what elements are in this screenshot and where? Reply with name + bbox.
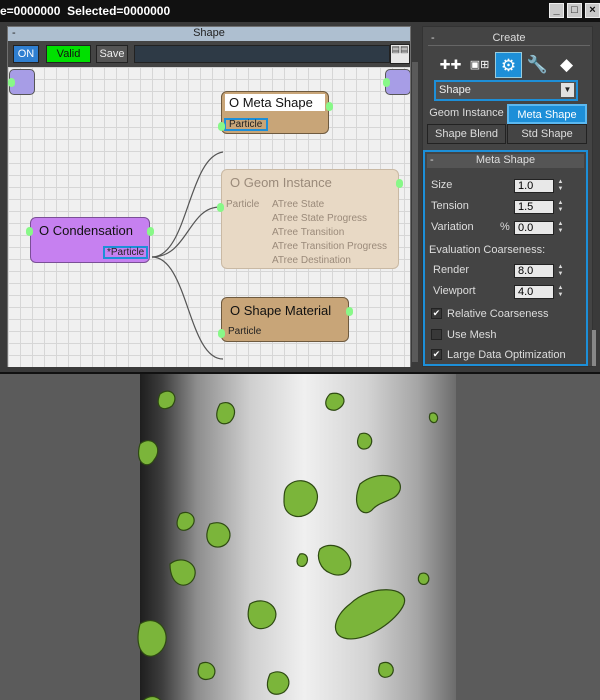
edge-in-pin[interactable] bbox=[8, 78, 15, 87]
shape-material-node[interactable]: O Shape Material Particle bbox=[221, 297, 349, 342]
type-geom-instance-button[interactable]: Geom Instance bbox=[427, 104, 506, 124]
render-spinner-arrows[interactable]: ▲ ▼ bbox=[556, 264, 565, 278]
shape-material-particle-port[interactable]: Particle bbox=[228, 326, 261, 337]
meta-shape-particle-port[interactable]: Particle bbox=[224, 118, 268, 131]
create-geometry-icon[interactable]: ✚✚ bbox=[437, 52, 464, 78]
tension-label: Tension bbox=[431, 200, 469, 212]
size-label: Size bbox=[431, 179, 453, 191]
editor-toolbar: ON Valid Save ▤▤ bbox=[8, 41, 410, 67]
geom-instance-title: O Geom Instance bbox=[230, 175, 332, 190]
coarseness-label: Evaluation Coarseness: bbox=[429, 244, 546, 256]
condensation-particle-port[interactable]: *Particle bbox=[103, 246, 148, 259]
meta-shape-title: O Meta Shape bbox=[225, 94, 325, 111]
meta-shape-node[interactable]: O Meta Shape Particle bbox=[221, 91, 329, 134]
editor-title: Shape bbox=[193, 27, 225, 39]
condensation-in-pin[interactable] bbox=[26, 227, 33, 236]
meta-shape-out-pin[interactable] bbox=[326, 102, 333, 111]
expression-field[interactable] bbox=[134, 45, 390, 63]
layout-icon[interactable]: ▤▤ bbox=[390, 44, 410, 64]
condensation-out-pin[interactable] bbox=[147, 227, 154, 236]
on-toggle[interactable]: ON bbox=[13, 45, 39, 63]
valid-indicator[interactable]: Valid bbox=[46, 45, 91, 63]
shape-material-in-pin[interactable] bbox=[218, 329, 225, 338]
meta-shape-rollout-title: Meta Shape bbox=[475, 154, 536, 166]
condensation-node[interactable]: O Condensation *Particle bbox=[30, 217, 150, 263]
geom-instance-out-pin[interactable] bbox=[396, 179, 403, 188]
minimize-button[interactable]: _ bbox=[549, 3, 564, 18]
geom-instance-particle-port[interactable]: Particle bbox=[226, 199, 259, 210]
output-atree-state-progress[interactable]: ATree State Progress bbox=[272, 213, 367, 224]
meta-shape-rollout-header[interactable]: - Meta Shape bbox=[427, 154, 584, 168]
cube-icon[interactable]: ◆ bbox=[553, 52, 580, 78]
status-title: e=0000000 Selected=0000000 bbox=[0, 4, 171, 18]
geom-instance-in-pin[interactable] bbox=[217, 203, 224, 212]
type-std-shape-button[interactable]: Std Shape bbox=[507, 124, 587, 144]
shape-material-out-pin[interactable] bbox=[346, 307, 353, 316]
title-bar: e=0000000 Selected=0000000 _ □ × bbox=[0, 0, 600, 22]
create-rollout-title: Create bbox=[492, 32, 526, 44]
category-dropdown[interactable]: Shape ▼ bbox=[434, 80, 578, 101]
variation-spinner-arrows[interactable]: ▲ ▼ bbox=[556, 221, 565, 235]
relative-coarseness-checkbox[interactable]: ✔ bbox=[431, 308, 442, 319]
panel-scrollbar[interactable] bbox=[592, 330, 596, 366]
render-spinner[interactable]: 8.0 bbox=[514, 264, 554, 278]
gear-icon[interactable]: ⚙ bbox=[495, 52, 522, 78]
variation-spinner[interactable]: 0.0 bbox=[514, 221, 554, 235]
output-atree-transition-progress[interactable]: ATree Transition Progress bbox=[272, 241, 387, 252]
output-atree-destination[interactable]: ATree Destination bbox=[272, 255, 351, 266]
meta-shape-in-pin[interactable] bbox=[218, 122, 225, 131]
viewport-label: Viewport bbox=[433, 285, 476, 297]
edge-out-pin[interactable] bbox=[383, 78, 390, 87]
use-mesh-checkbox[interactable] bbox=[431, 329, 442, 340]
particle-flow-editor: - Shape ON Valid Save ▤▤ O Meta Shape Pa… bbox=[7, 26, 411, 367]
save-button[interactable]: Save bbox=[96, 45, 128, 63]
meta-shape-rollout: - Meta Shape Size 1.0 ▲ ▼ Tension 1.5 ▲ ▼ … bbox=[423, 150, 588, 366]
category-value: Shape bbox=[439, 84, 471, 96]
chevron-down-icon[interactable]: ▼ bbox=[561, 83, 574, 97]
shape-material-title: O Shape Material bbox=[230, 303, 332, 318]
editor-scrollbar[interactable] bbox=[412, 62, 418, 362]
render-label: Render bbox=[433, 264, 470, 276]
type-meta-shape-button[interactable]: Meta Shape bbox=[507, 104, 587, 124]
create-shapes-icon[interactable]: ▣⊞ bbox=[466, 52, 493, 78]
large-data-label[interactable]: Large Data Optimization bbox=[447, 349, 566, 361]
condensation-title: O Condensation bbox=[39, 223, 133, 238]
output-atree-transition[interactable]: ATree Transition bbox=[272, 227, 344, 238]
relative-coarseness-label[interactable]: Relative Coarseness bbox=[447, 308, 549, 320]
geom-instance-node[interactable]: O Geom Instance Particle ATree State ATr… bbox=[221, 169, 399, 269]
size-spinner[interactable]: 1.0 bbox=[514, 179, 554, 193]
editor-title-bar[interactable]: - Shape bbox=[8, 27, 410, 41]
metaball-blobs bbox=[137, 390, 439, 700]
variation-label: Variation bbox=[431, 221, 474, 233]
tension-spinner-arrows[interactable]: ▲ ▼ bbox=[556, 200, 565, 214]
create-rollout-header[interactable]: - Create bbox=[428, 32, 590, 46]
output-atree-state[interactable]: ATree State bbox=[272, 199, 324, 210]
viewport-spinner-arrows[interactable]: ▲ ▼ bbox=[556, 285, 565, 299]
restore-button[interactable]: □ bbox=[567, 3, 582, 18]
large-data-checkbox[interactable]: ✔ bbox=[431, 349, 442, 360]
viewport-spinner[interactable]: 4.0 bbox=[514, 285, 554, 299]
type-shape-blend-button[interactable]: Shape Blend bbox=[427, 124, 506, 144]
variation-unit: % bbox=[500, 221, 510, 233]
node-graph[interactable]: O Meta Shape Particle O Geom Instance Pa… bbox=[8, 67, 410, 367]
tension-spinner[interactable]: 1.5 bbox=[514, 200, 554, 214]
close-button[interactable]: × bbox=[585, 3, 600, 18]
use-mesh-label[interactable]: Use Mesh bbox=[447, 329, 497, 341]
wrench-icon[interactable]: 🔧 bbox=[524, 52, 551, 78]
perspective-viewport[interactable] bbox=[0, 372, 600, 700]
size-spinner-arrows[interactable]: ▲ ▼ bbox=[556, 179, 565, 193]
